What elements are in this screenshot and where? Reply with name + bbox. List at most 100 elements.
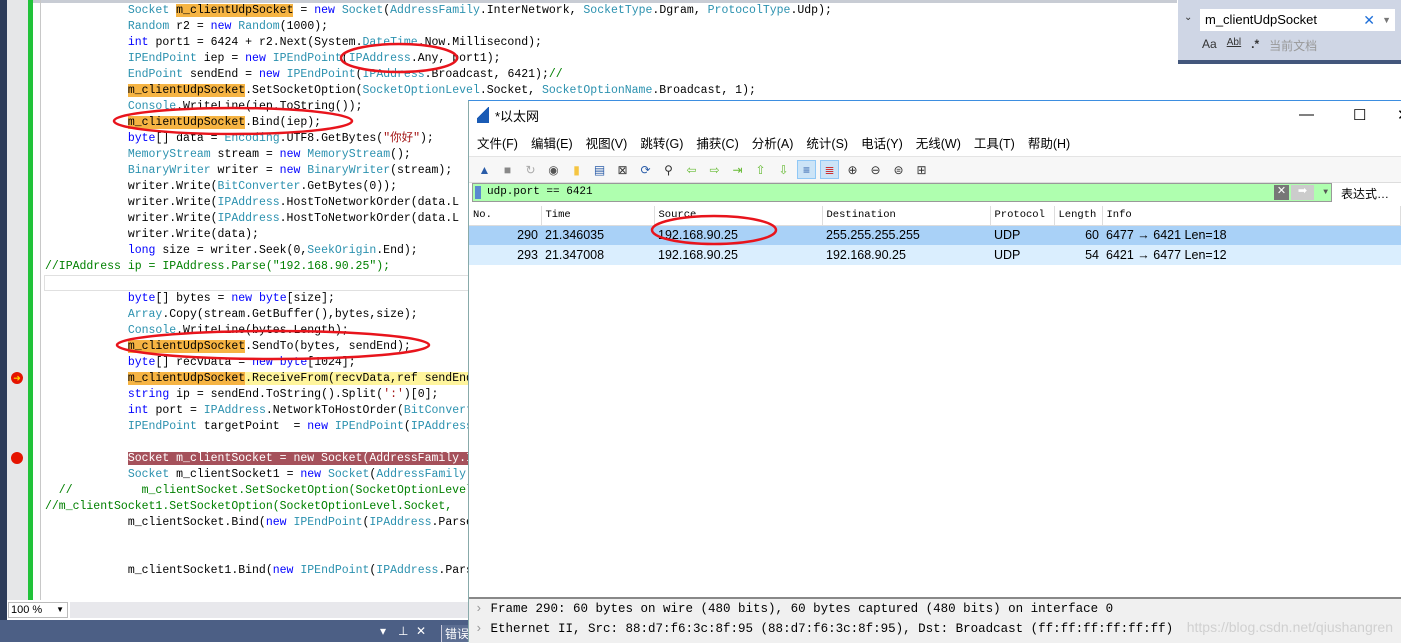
pin-icon[interactable]: ⊥ [398, 624, 408, 638]
maximize-icon[interactable]: ☐ [1353, 106, 1366, 124]
stop-capture-icon[interactable]: ■ [498, 160, 517, 179]
menu-item[interactable]: 统计(S) [806, 133, 848, 152]
chevron-down-icon[interactable]: ▼ [1323, 184, 1328, 201]
code-token: SocketType [583, 4, 653, 17]
colorize-icon[interactable]: ≣ [820, 160, 839, 179]
menu-item[interactable]: 帮助(H) [1028, 133, 1070, 152]
column-header[interactable]: Info [1102, 206, 1401, 226]
detail-text: Frame 290: 60 bytes on wire (480 bits), … [490, 602, 1114, 616]
menu-item[interactable]: 编辑(E) [531, 133, 573, 152]
last-packet-icon[interactable]: ⇩ [774, 160, 793, 179]
first-packet-icon[interactable]: ⇧ [751, 160, 770, 179]
close-icon[interactable]: ✕ [1363, 9, 1375, 31]
dropdown-icon[interactable]: ▾ [380, 624, 386, 638]
go-forward-icon[interactable]: ⇨ [705, 160, 724, 179]
code-token: IPEndPoint [127, 420, 197, 433]
close-icon[interactable]: ✕ [416, 624, 426, 638]
column-header[interactable]: Time [541, 206, 655, 226]
column-header[interactable]: Length [1054, 206, 1103, 226]
clear-filter-icon[interactable]: ✕ [1274, 185, 1289, 200]
dropdown-icon[interactable]: ▼ [1382, 9, 1391, 31]
code-token: long [127, 244, 156, 257]
breakpoint-gutter[interactable] [7, 0, 28, 600]
tab-error-list[interactable]: 错误 [441, 625, 471, 642]
whole-word-toggle[interactable]: Abl [1227, 37, 1241, 54]
zoom-out-icon[interactable]: ⊖ [866, 160, 885, 179]
packet-cell: 192.168.90.25 [822, 245, 990, 265]
packet-row[interactable]: 290 21.346035 192.168.90.25 255.255.255.255… [469, 225, 1401, 245]
find-input[interactable]: m_clientUdpSocket ✕ ▼ [1200, 9, 1395, 31]
chevron-down-icon[interactable]: ⌄ [1184, 12, 1192, 23]
bookmark-icon[interactable] [475, 186, 481, 199]
menu-item[interactable]: 无线(W) [916, 133, 961, 152]
detail-row-frame[interactable]: › Frame 290: 60 bytes on wire (480 bits),… [469, 599, 1401, 619]
menu-item[interactable]: 分析(A) [752, 133, 794, 152]
code-token: "你好" [383, 132, 421, 145]
save-file-icon[interactable]: ▤ [590, 160, 609, 179]
code-line[interactable]: m_clientUdpSocket.SetSocketOption(Socket… [45, 83, 832, 99]
menu-item[interactable]: 工具(T) [974, 133, 1015, 152]
code-token: writer.Write( [45, 180, 218, 193]
capture-options-icon[interactable]: ◉ [544, 160, 563, 179]
horizontal-scrollbar[interactable] [70, 602, 470, 618]
code-token: IPAddress [348, 52, 411, 65]
column-header[interactable]: Source [654, 206, 823, 226]
menu-item[interactable]: 文件(F) [477, 133, 518, 152]
code-token: Random [238, 20, 280, 33]
code-token: new [210, 20, 232, 33]
zoom-select[interactable]: 100 % ▼ [8, 602, 68, 618]
minimize-icon[interactable]: — [1299, 106, 1314, 123]
chevron-right-icon[interactable]: › [475, 602, 483, 616]
column-header[interactable]: Protocol [990, 206, 1055, 226]
menu-item[interactable]: 电话(Y) [861, 133, 903, 152]
chevron-right-icon[interactable]: › [475, 622, 483, 636]
close-file-icon[interactable]: ⊠ [613, 160, 632, 179]
close-icon[interactable]: ✕ [1397, 106, 1401, 124]
menu-item[interactable]: 跳转(G) [640, 133, 683, 152]
reload-icon[interactable]: ⟳ [636, 160, 655, 179]
code-token: AddressFamily [376, 468, 467, 481]
title-bar: *以太网 [469, 101, 1401, 129]
apply-filter-icon[interactable]: ➡ [1291, 185, 1314, 200]
code-token: .UTF8.GetBytes( [279, 132, 384, 145]
start-capture-icon[interactable]: ▲ [475, 160, 494, 179]
code-token: new [279, 164, 301, 177]
breakpoint-icon[interactable] [11, 452, 23, 464]
expression-button[interactable]: 表达式… [1341, 185, 1389, 202]
column-header[interactable]: No. [469, 206, 542, 226]
code-line[interactable]: Socket m_clientUdpSocket = new Socket(Ad… [45, 3, 832, 19]
packet-row[interactable]: 293 21.347008 192.168.90.25 192.168.90.25 UD… [469, 245, 1401, 265]
column-header[interactable]: Destination [822, 206, 991, 226]
go-back-icon[interactable]: ⇦ [682, 160, 701, 179]
code-token: BinaryWriter [307, 164, 391, 177]
search-scope[interactable]: 当前文档 [1269, 37, 1317, 54]
code-line[interactable]: int port1 = 6424 + r2.Next(System.DateTi… [45, 35, 832, 51]
current-statement-arrow-icon[interactable]: ➜ [11, 372, 23, 384]
resize-columns-icon[interactable]: ⊞ [912, 160, 931, 179]
code-line[interactable]: EndPoint sendEnd = new IPEndPoint(IPAddr… [45, 67, 832, 83]
menu-item[interactable]: 捕获(C) [696, 133, 738, 152]
normal-size-icon[interactable]: ⊜ [889, 160, 908, 179]
regex-toggle[interactable]: .* [1251, 37, 1259, 54]
restart-capture-icon[interactable]: ↻ [521, 160, 540, 179]
code-token: new [272, 564, 294, 577]
menu-item[interactable]: 视图(V) [586, 133, 628, 152]
zoom-value: 100 % [11, 604, 43, 616]
code-line[interactable]: IPEndPoint iep = new IPEndPoint(IPAddres… [45, 51, 832, 67]
code-token: byte [127, 292, 156, 305]
code-token: .Socket, [479, 84, 542, 97]
code-token: EndPoint [127, 68, 184, 81]
open-file-icon[interactable]: ▮ [567, 160, 586, 179]
zoom-in-icon[interactable]: ⊕ [843, 160, 862, 179]
find-packet-icon[interactable]: ⚲ [659, 160, 678, 179]
code-token: IPAddress [369, 516, 432, 529]
autoscroll-icon[interactable]: ≡ [797, 160, 816, 179]
code-line[interactable]: Random r2 = new Random(1000); [45, 19, 832, 35]
go-to-packet-icon[interactable]: ⇥ [728, 160, 747, 179]
code-token: string [127, 388, 170, 401]
display-filter-input[interactable]: udp.port == 6421 ✕ ➡ ▼ [472, 183, 1332, 202]
match-case-toggle[interactable]: Aa [1202, 37, 1217, 54]
